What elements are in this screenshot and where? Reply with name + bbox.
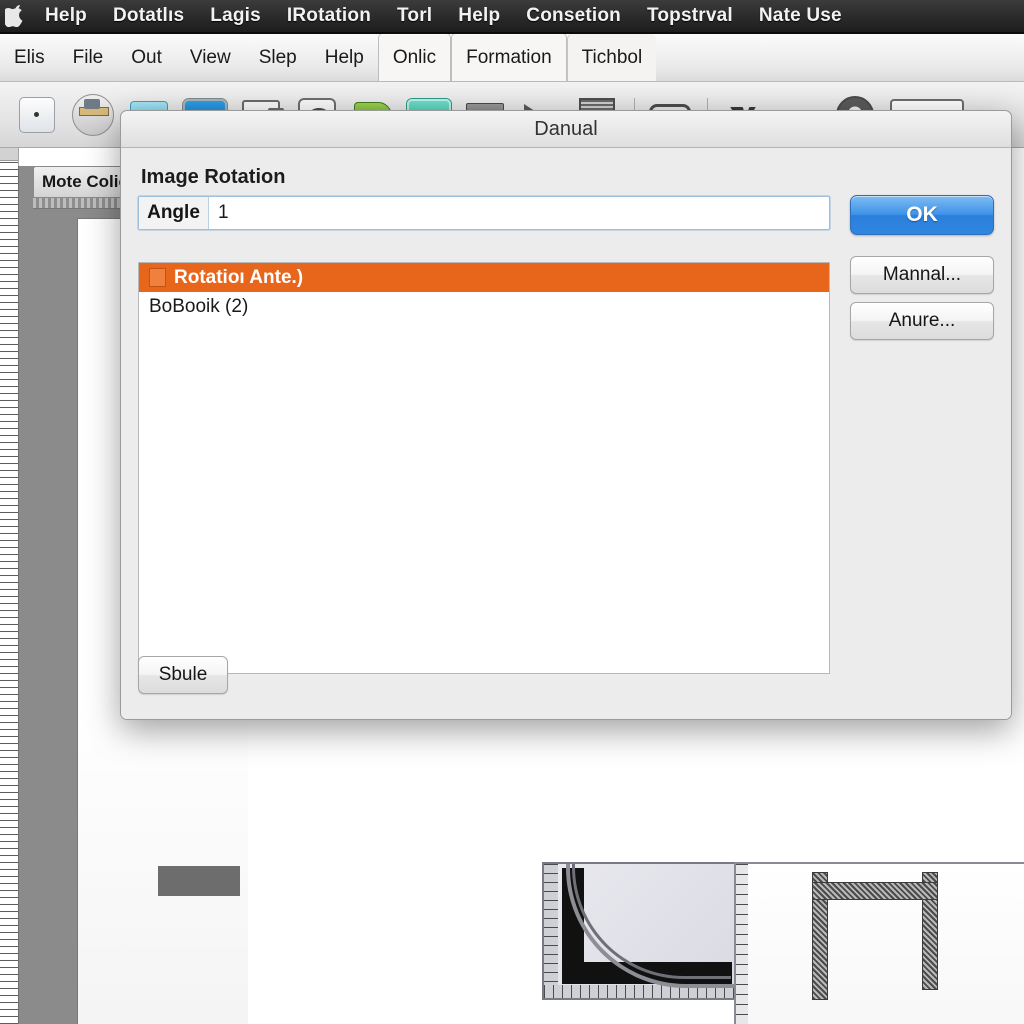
ok-button[interactable]: OK <box>850 195 994 235</box>
palette-header-label: Mote Colic <box>42 172 128 191</box>
list-item[interactable]: BoBooik (2) <box>139 292 829 321</box>
image-rotation-dialog: Danual Image Rotation Angle 1 Rotatioı A… <box>120 110 1012 720</box>
tab-tichbol[interactable]: Tichbol <box>566 34 657 81</box>
menu-item-4[interactable]: Torl <box>384 5 445 27</box>
menu-item-5[interactable]: Help <box>445 5 513 27</box>
manual-button[interactable]: Mannal... <box>850 256 994 294</box>
ruler-corner <box>0 148 18 161</box>
tab-onlic[interactable]: Onlic <box>377 34 452 81</box>
apple-logo-icon[interactable] <box>4 5 26 27</box>
menu-item-1[interactable]: Dotatlıs <box>100 5 197 27</box>
thumb-a-ruler-left <box>544 864 558 998</box>
angle-input[interactable]: 1 <box>209 197 829 229</box>
menu-item-7[interactable]: Topstrval <box>634 5 746 27</box>
frame-detail-drawing[interactable] <box>734 862 1024 1024</box>
app-menu-file[interactable]: File <box>59 34 118 81</box>
printer-icon[interactable] <box>70 92 116 138</box>
panel-shadow-strip <box>158 866 240 896</box>
thumb-b-ruler-left <box>736 864 748 1024</box>
menu-item-2[interactable]: Lagis <box>197 5 274 27</box>
screen-root: Help Dotatlıs Lagis IRotation Torl Help … <box>0 0 1024 1024</box>
angle-input-row[interactable]: Angle 1 <box>138 196 830 230</box>
thumb-b-beam <box>812 882 938 900</box>
application-menu-bar: Elis File Out View Slep Help Onlic Forma… <box>0 34 1024 82</box>
menu-item-8[interactable]: Nate Use <box>746 5 855 27</box>
angle-label: Angle <box>139 197 209 229</box>
section-title: Image Rotation <box>141 166 286 188</box>
list-item-swatch-icon <box>149 268 166 287</box>
app-menu-help[interactable]: Help <box>311 34 378 81</box>
vertical-ruler[interactable] <box>0 148 19 1024</box>
app-menu-elis[interactable]: Elis <box>0 34 59 81</box>
anure-button[interactable]: Anure... <box>850 302 994 340</box>
menu-item-0[interactable]: Help <box>32 5 100 27</box>
system-menu-bar: Help Dotatlıs Lagis IRotation Torl Help … <box>0 0 1024 34</box>
list-item[interactable]: Rotatioı Ante.) <box>139 263 829 292</box>
rotation-list[interactable]: Rotatioı Ante.) BoBooik (2) <box>138 262 830 674</box>
menu-item-3[interactable]: IRotation <box>274 5 384 27</box>
app-menu-out[interactable]: Out <box>117 34 176 81</box>
app-menu-slep[interactable]: Slep <box>245 34 311 81</box>
dialog-titlebar[interactable]: Danual <box>121 111 1011 148</box>
app-menu-view[interactable]: View <box>176 34 245 81</box>
menu-item-6[interactable]: Consetion <box>513 5 634 27</box>
list-item-label: Rotatioı Ante.) <box>174 267 304 288</box>
tab-formation[interactable]: Formation <box>451 34 567 81</box>
dialog-title: Danual <box>534 117 598 140</box>
sbule-button[interactable]: Sbule <box>138 656 228 694</box>
dialog-body: Image Rotation Angle 1 Rotatioı Ante.) B… <box>121 148 1011 719</box>
arc-detail-drawing[interactable] <box>542 862 742 1000</box>
page-setup-icon[interactable] <box>14 92 60 138</box>
list-item-label: BoBooik (2) <box>149 296 249 317</box>
